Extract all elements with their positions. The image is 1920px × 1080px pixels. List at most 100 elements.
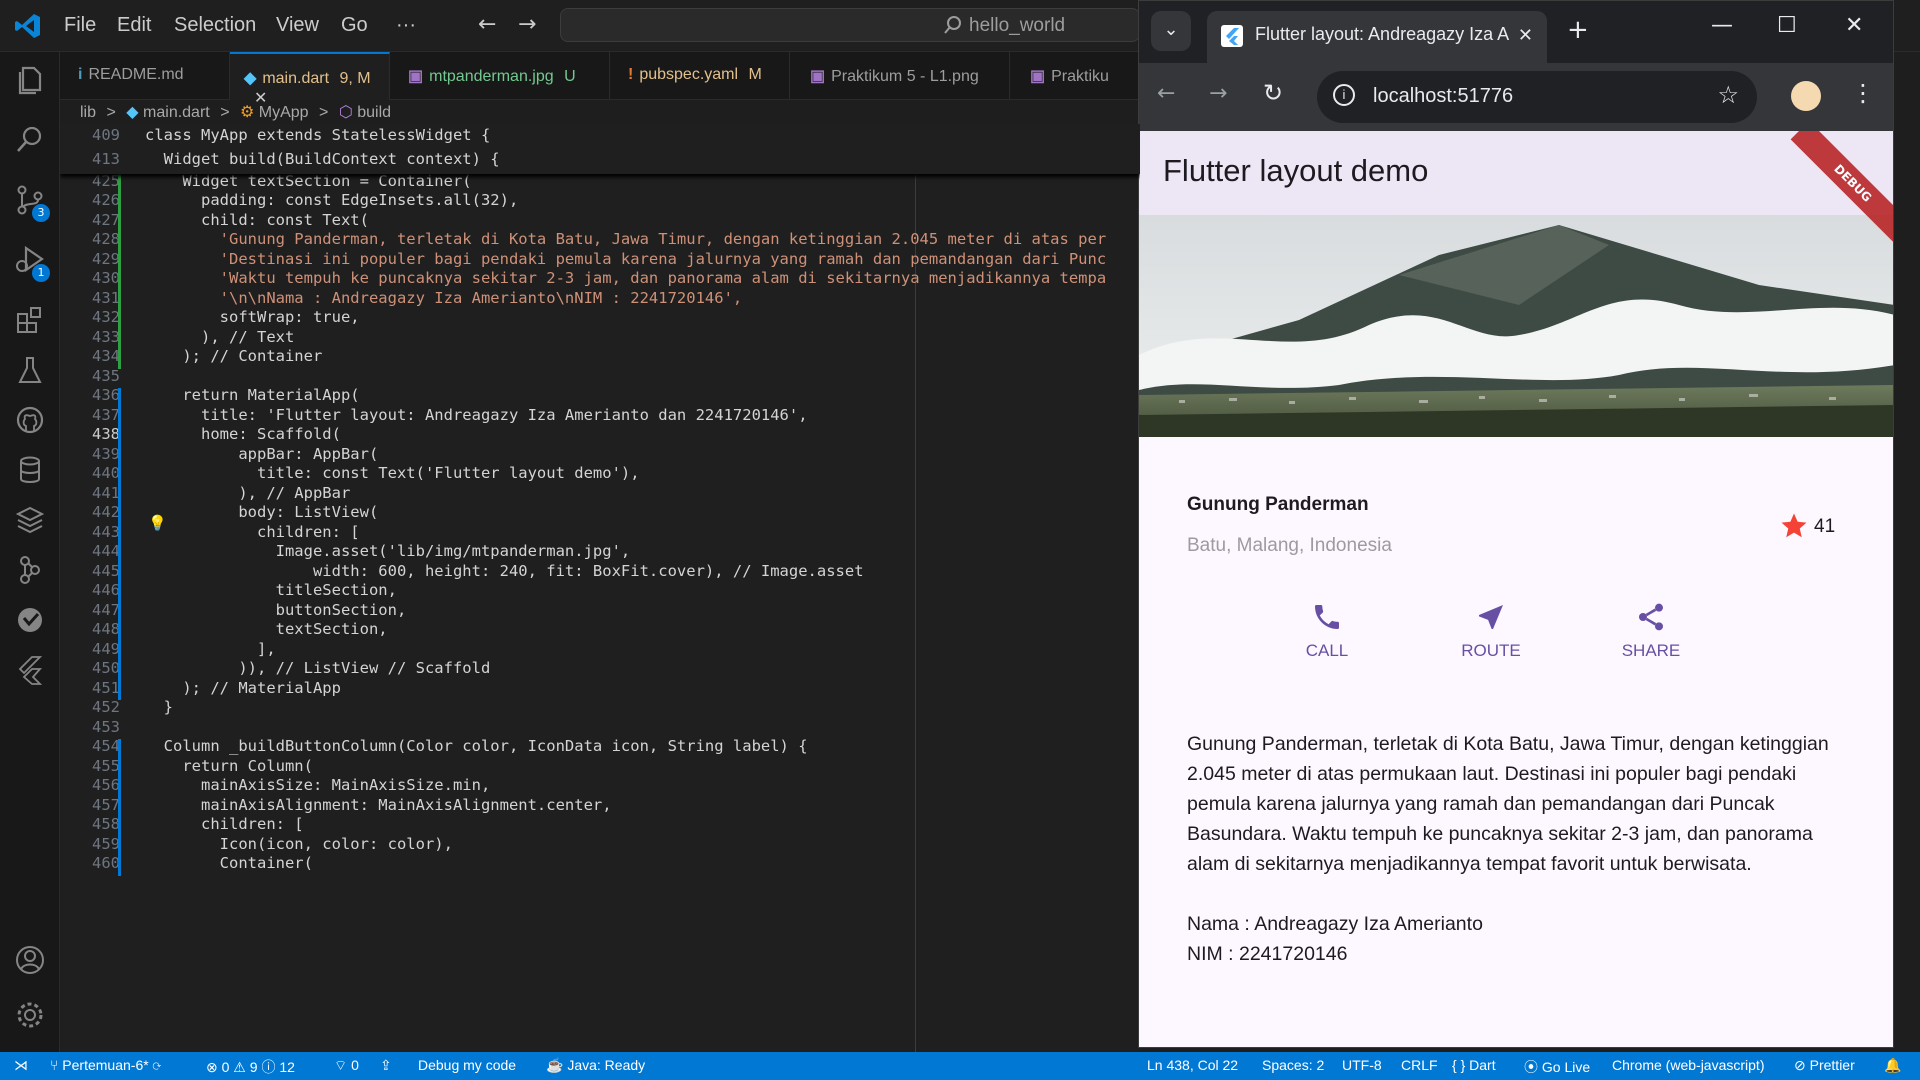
maximize-icon[interactable]: ☐ — [1777, 13, 1797, 38]
chrome-tabstrip: ⌄ Flutter layout: Andreagazy Iza A ✕ + —… — [1139, 1, 1893, 63]
source-control-icon[interactable]: 3 — [12, 182, 50, 222]
tab-pubspec[interactable]: ! pubspec.yaml M — [610, 52, 790, 100]
code-line: body: ListView( — [145, 503, 379, 521]
language-mode[interactable]: { } Dart — [1452, 1057, 1496, 1073]
back-icon[interactable]: ← — [1157, 81, 1175, 106]
image-file-icon: ▣ — [810, 68, 826, 85]
remote-icon[interactable]: ⋊ — [14, 1057, 28, 1074]
branch-status[interactable]: ⑂ Pertemuan-6* ⟳ — [50, 1057, 161, 1073]
tab-main-dart[interactable]: ◆ main.dart 9, M ✕ — [230, 52, 390, 107]
breadcrumb-method[interactable]: build — [357, 104, 391, 121]
lightbulb-icon[interactable]: 💡 — [148, 514, 167, 532]
line-number: 425 — [92, 171, 120, 190]
forward-icon[interactable]: → — [1209, 81, 1227, 106]
dart-icon: ◆ — [244, 70, 257, 87]
reload-icon[interactable]: ↻ — [1263, 79, 1283, 107]
command-center-search[interactable]: hello_world — [560, 8, 1140, 42]
layers-icon[interactable] — [12, 502, 48, 538]
testing-flask-icon[interactable] — [12, 352, 48, 388]
tab-status: 9, M — [339, 70, 371, 87]
code-line: Container( — [145, 854, 313, 872]
tab-mtpanderman[interactable]: ▣ mtpanderman.jpg U — [390, 52, 610, 100]
code-line: child: const Text( — [145, 210, 369, 229]
cursor-position[interactable]: Ln 438, Col 22 — [1147, 1057, 1238, 1073]
ports-status[interactable]: ⌔ 0 — [334, 1057, 359, 1075]
close-tab-icon[interactable]: ✕ — [1511, 25, 1533, 46]
account-icon[interactable] — [12, 942, 48, 978]
line-number: 440 — [92, 464, 120, 482]
search-sidebar-icon[interactable] — [12, 122, 48, 158]
go-live[interactable]: ⦿ Go Live — [1524, 1057, 1590, 1077]
browser-tab[interactable]: Flutter layout: Andreagazy Iza A ✕ — [1207, 11, 1547, 63]
code-line: ), // AppBar — [145, 483, 351, 502]
menu-go[interactable]: Go — [341, 14, 368, 37]
profile-avatar[interactable] — [1791, 81, 1821, 111]
breadcrumb: lib > ◆ main.dart > ⚙ MyApp > ⬡ build — [80, 100, 391, 124]
tab-search-chevron-icon[interactable]: ⌄ — [1151, 11, 1191, 51]
menu-selection[interactable]: Selection — [174, 14, 256, 37]
breadcrumb-lib[interactable]: lib — [80, 104, 96, 121]
tab-status: M — [748, 66, 762, 83]
menu-file[interactable]: File — [64, 14, 96, 37]
gutter-change-marker — [118, 856, 121, 876]
remote-explorer-icon[interactable] — [12, 602, 48, 638]
notifications-bell-icon[interactable]: 🔔 — [1884, 1057, 1901, 1074]
site-info-icon[interactable]: i — [1333, 84, 1355, 106]
address-bar[interactable]: i localhost:51776 ☆ — [1317, 71, 1757, 123]
flutter-icon[interactable] — [12, 652, 48, 688]
run-debug-icon[interactable]: 1 — [12, 242, 50, 282]
code-line: padding: const EdgeInsets.all(32), — [145, 191, 519, 209]
code-line: Widget textSection = Container( — [145, 171, 472, 190]
call-button[interactable]: CALL — [1267, 601, 1387, 661]
line-number: 444 — [92, 542, 120, 560]
problems-status[interactable]: ⊗ 0 ⚠ 9 ⓘ 12 — [206, 1057, 295, 1077]
line-number: 438 — [92, 425, 120, 443]
breadcrumb-class[interactable]: MyApp — [259, 104, 309, 121]
flutter-device[interactable]: Chrome (web-javascript) — [1612, 1057, 1764, 1073]
share-button[interactable]: SHARE — [1591, 601, 1711, 661]
tab-praktikum-l1[interactable]: ▣ Praktikum 5 - L1.png — [790, 52, 1010, 100]
debug-icon[interactable]: ⇪ — [380, 1057, 392, 1074]
image-file-icon: ▣ — [408, 68, 424, 85]
menu-view[interactable]: View — [276, 14, 319, 37]
menu-edit[interactable]: Edit — [117, 14, 151, 37]
sticky-scroll: 409 class MyApp extends StatelessWidget … — [60, 124, 1140, 174]
prettier-status[interactable]: ⊘ Prettier — [1794, 1057, 1855, 1074]
github-icon[interactable] — [12, 402, 48, 438]
extensions-icon[interactable] — [12, 302, 48, 338]
git-graph-icon[interactable] — [12, 552, 48, 588]
route-button[interactable]: ROUTE — [1431, 601, 1551, 661]
window-close-icon[interactable]: ✕ — [1845, 13, 1863, 38]
phone-icon — [1267, 601, 1387, 633]
ruler — [915, 174, 916, 1052]
navigation-arrow-icon — [1431, 601, 1551, 633]
code-line: Icon(icon, color: color), — [145, 834, 453, 853]
browser-menu-icon[interactable]: ⋮ — [1851, 79, 1875, 107]
forward-arrow-icon[interactable]: → — [518, 12, 536, 37]
minimize-icon[interactable]: — — [1711, 13, 1733, 38]
back-arrow-icon[interactable]: ← — [478, 12, 496, 37]
breadcrumb-file[interactable]: main.dart — [143, 104, 210, 121]
debug-status[interactable]: Debug my code — [418, 1057, 516, 1073]
editor-tabs: i README.md ◆ main.dart 9, M ✕ ▣ mtpanderma… — [60, 52, 1140, 107]
line-ending[interactable]: CRLF — [1401, 1057, 1438, 1073]
code-editor[interactable]: 409 class MyApp extends StatelessWidget … — [60, 124, 1140, 1052]
info-icon: i — [78, 66, 83, 83]
new-tab-plus-icon[interactable]: + — [1567, 15, 1589, 45]
code-line: ], — [145, 639, 276, 658]
mountain-photo — [1139, 215, 1893, 437]
tab-praktikum-2[interactable]: ▣ Praktiku — [1010, 52, 1140, 100]
menu-more[interactable]: ··· — [396, 14, 416, 37]
code-line: width: 600, height: 240, fit: BoxFit.cov… — [145, 561, 864, 580]
line-number: 426 — [92, 191, 120, 209]
settings-gear-icon[interactable] — [12, 997, 48, 1033]
tab-readme[interactable]: i README.md — [60, 52, 230, 100]
line-number: 445 — [92, 561, 120, 580]
indentation[interactable]: Spaces: 2 — [1262, 1057, 1324, 1073]
bookmark-star-icon[interactable]: ☆ — [1717, 81, 1739, 110]
java-status[interactable]: ☕ Java: Ready — [546, 1057, 645, 1074]
explorer-icon[interactable] — [12, 62, 48, 98]
encoding[interactable]: UTF-8 — [1342, 1057, 1382, 1073]
tab-label: mtpanderman.jpg — [429, 68, 554, 85]
database-icon[interactable] — [12, 452, 48, 488]
